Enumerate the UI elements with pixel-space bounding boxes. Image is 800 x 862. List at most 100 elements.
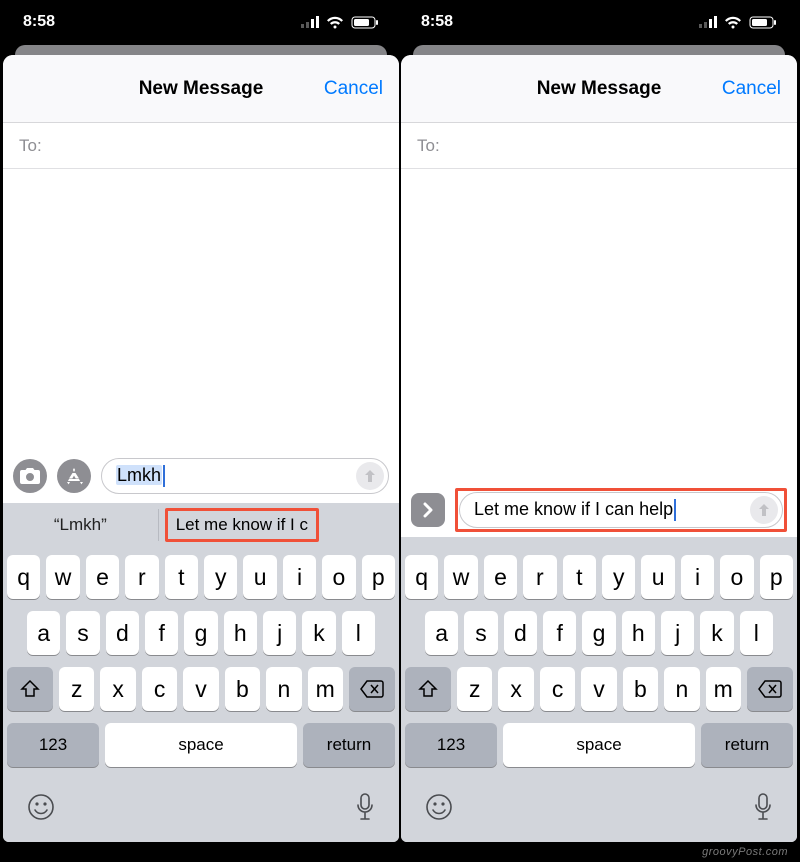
- key-v[interactable]: v: [581, 667, 616, 711]
- key-g[interactable]: g: [184, 611, 217, 655]
- cancel-button[interactable]: Cancel: [722, 78, 781, 100]
- key-k[interactable]: k: [700, 611, 733, 655]
- camera-button[interactable]: [13, 459, 47, 493]
- dictation-button[interactable]: [753, 793, 773, 826]
- send-button[interactable]: [750, 496, 778, 524]
- compose-sheet: New Message Cancel To: Lmkh: [3, 55, 399, 842]
- apps-button[interactable]: [57, 459, 91, 493]
- key-p[interactable]: p: [760, 555, 793, 599]
- space-key[interactable]: space: [503, 723, 695, 767]
- page-title: New Message: [537, 78, 662, 100]
- battery-icon: [351, 16, 379, 29]
- emoji-button[interactable]: [27, 793, 55, 826]
- key-m[interactable]: m: [308, 667, 343, 711]
- space-key[interactable]: space: [105, 723, 297, 767]
- key-o[interactable]: o: [322, 555, 355, 599]
- key-d[interactable]: d: [504, 611, 537, 655]
- numbers-key[interactable]: 123: [7, 723, 99, 767]
- message-input[interactable]: Lmkh: [101, 458, 389, 494]
- key-r[interactable]: r: [125, 555, 158, 599]
- message-input[interactable]: Let me know if I can help: [459, 492, 783, 528]
- prediction-literal[interactable]: “Lmkh”: [3, 503, 158, 547]
- to-field[interactable]: To:: [3, 123, 399, 169]
- key-h[interactable]: h: [224, 611, 257, 655]
- key-a[interactable]: a: [27, 611, 60, 655]
- key-u[interactable]: u: [641, 555, 674, 599]
- dictation-button[interactable]: [355, 793, 375, 826]
- key-b[interactable]: b: [623, 667, 658, 711]
- key-z[interactable]: z: [457, 667, 492, 711]
- return-key[interactable]: return: [303, 723, 395, 767]
- key-u[interactable]: u: [243, 555, 276, 599]
- send-button[interactable]: [356, 462, 384, 490]
- nav-bar: New Message Cancel: [401, 55, 797, 123]
- watermark: groovyPost.com: [702, 846, 788, 858]
- key-r[interactable]: r: [523, 555, 556, 599]
- key-a[interactable]: a: [425, 611, 458, 655]
- key-i[interactable]: i: [283, 555, 316, 599]
- key-m[interactable]: m: [706, 667, 741, 711]
- key-g[interactable]: g: [582, 611, 615, 655]
- key-x[interactable]: x: [498, 667, 533, 711]
- nav-bar: New Message Cancel: [3, 55, 399, 123]
- key-e[interactable]: e: [86, 555, 119, 599]
- key-h[interactable]: h: [622, 611, 655, 655]
- message-body[interactable]: [3, 169, 399, 449]
- key-w[interactable]: w: [46, 555, 79, 599]
- key-s[interactable]: s: [464, 611, 497, 655]
- key-k[interactable]: k: [302, 611, 335, 655]
- key-t[interactable]: t: [165, 555, 198, 599]
- key-q[interactable]: q: [7, 555, 40, 599]
- key-b[interactable]: b: [225, 667, 260, 711]
- wifi-icon: [326, 16, 344, 29]
- key-y[interactable]: y: [204, 555, 237, 599]
- key-x[interactable]: x: [100, 667, 135, 711]
- backspace-key[interactable]: [747, 667, 793, 711]
- key-j[interactable]: j: [263, 611, 296, 655]
- shift-key[interactable]: [7, 667, 53, 711]
- emoji-button[interactable]: [425, 793, 453, 826]
- key-d[interactable]: d: [106, 611, 139, 655]
- camera-icon: [20, 468, 40, 484]
- predictive-bar: “Lmkh” Let me know if I c: [3, 503, 399, 547]
- key-w[interactable]: w: [444, 555, 477, 599]
- numbers-key[interactable]: 123: [405, 723, 497, 767]
- key-y[interactable]: y: [602, 555, 635, 599]
- key-f[interactable]: f: [145, 611, 178, 655]
- mic-icon: [753, 793, 773, 821]
- message-body[interactable]: [401, 169, 797, 483]
- kb-row2: asdfghjkl: [7, 611, 395, 655]
- key-p[interactable]: p: [362, 555, 395, 599]
- key-n[interactable]: n: [266, 667, 301, 711]
- key-l[interactable]: l: [342, 611, 375, 655]
- predictive-bar: [401, 537, 797, 547]
- kb-row1: qwertyuiop: [405, 555, 793, 599]
- key-n[interactable]: n: [664, 667, 699, 711]
- key-o[interactable]: o: [720, 555, 753, 599]
- to-field[interactable]: To:: [401, 123, 797, 169]
- key-v[interactable]: v: [183, 667, 218, 711]
- appstore-icon: [64, 466, 84, 486]
- shift-key[interactable]: [405, 667, 451, 711]
- phone-right: 8:58 New Message Cancel To:: [401, 3, 797, 842]
- key-s[interactable]: s: [66, 611, 99, 655]
- status-icons: [301, 16, 379, 29]
- key-j[interactable]: j: [661, 611, 694, 655]
- return-key[interactable]: return: [701, 723, 793, 767]
- prediction-expansion[interactable]: Let me know if I c: [159, 503, 399, 547]
- key-q[interactable]: q: [405, 555, 438, 599]
- key-l[interactable]: l: [740, 611, 773, 655]
- status-time: 8:58: [23, 13, 55, 31]
- key-e[interactable]: e: [484, 555, 517, 599]
- backspace-key[interactable]: [349, 667, 395, 711]
- key-c[interactable]: c: [540, 667, 575, 711]
- kb-row3: z x c v b n m: [7, 667, 395, 711]
- key-c[interactable]: c: [142, 667, 177, 711]
- key-z[interactable]: z: [59, 667, 94, 711]
- key-i[interactable]: i: [681, 555, 714, 599]
- key-t[interactable]: t: [563, 555, 596, 599]
- key-f[interactable]: f: [543, 611, 576, 655]
- wifi-icon: [724, 16, 742, 29]
- expand-apps-button[interactable]: [411, 493, 445, 527]
- cancel-button[interactable]: Cancel: [324, 78, 383, 100]
